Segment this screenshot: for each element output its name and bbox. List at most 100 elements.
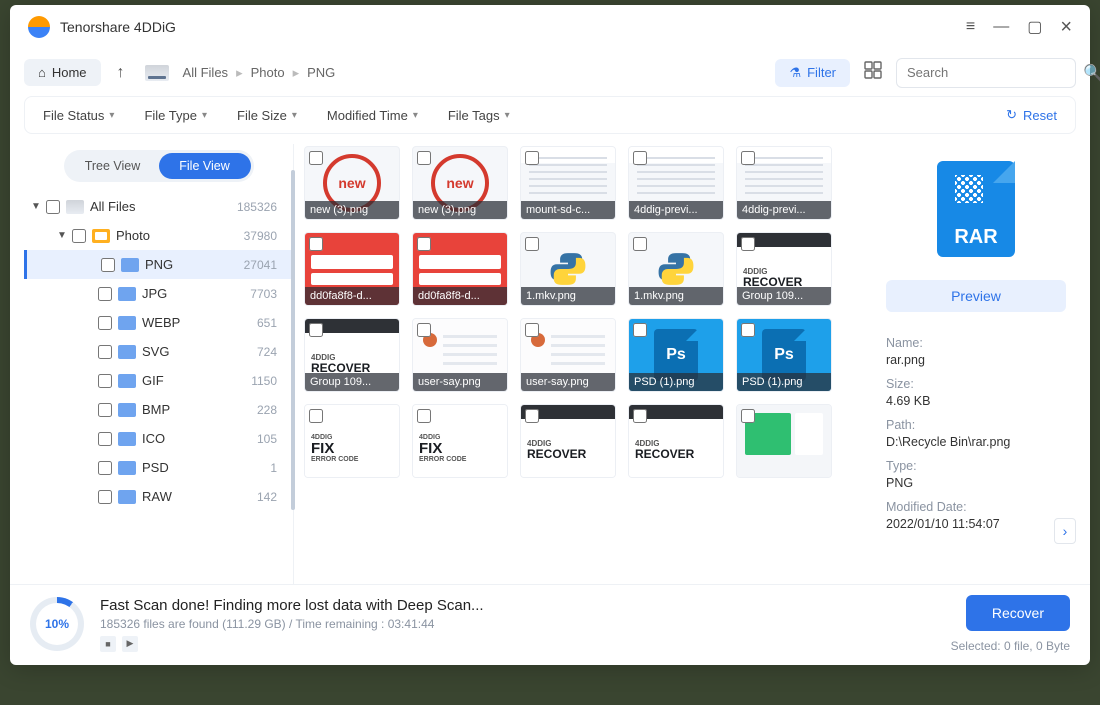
thumb-checkbox[interactable] bbox=[525, 151, 539, 165]
preview-button[interactable]: Preview bbox=[886, 280, 1066, 312]
thumbnail[interactable]: mount-sd-c... bbox=[520, 146, 616, 220]
tree-checkbox[interactable] bbox=[98, 345, 112, 359]
close-icon[interactable]: × bbox=[1060, 16, 1072, 39]
thumbnail[interactable]: PsPSD (1).png bbox=[736, 318, 832, 392]
tree-view-button[interactable]: Tree View bbox=[67, 153, 159, 179]
thumb-checkbox[interactable] bbox=[633, 323, 647, 337]
tree-row-psd[interactable]: PSD1 bbox=[24, 453, 293, 482]
tree-checkbox[interactable] bbox=[98, 490, 112, 504]
tree-checkbox[interactable] bbox=[98, 432, 112, 446]
expand-icon[interactable]: ▼ bbox=[56, 230, 68, 241]
file-view-button[interactable]: File View bbox=[159, 153, 251, 179]
thumbnail[interactable]: 4DDIGRECOVER bbox=[628, 404, 724, 478]
tree-checkbox[interactable] bbox=[98, 316, 112, 330]
thumb-checkbox[interactable] bbox=[309, 323, 323, 337]
maximize-icon[interactable]: ▢ bbox=[1027, 17, 1042, 37]
thumb-checkbox[interactable] bbox=[417, 237, 431, 251]
tree-checkbox[interactable] bbox=[101, 258, 115, 272]
thumbnail[interactable]: user-say.png bbox=[412, 318, 508, 392]
tree-row-gif[interactable]: GIF1150 bbox=[24, 366, 293, 395]
filter-file-status[interactable]: File Status▾ bbox=[43, 108, 114, 123]
tree-row-all-files[interactable]: ▼All Files185326 bbox=[24, 192, 293, 221]
tree-row-png[interactable]: PNG27041 bbox=[24, 250, 293, 279]
thumbnail[interactable]: 1.mkv.png bbox=[520, 232, 616, 306]
thumb-checkbox[interactable] bbox=[741, 237, 755, 251]
thumbnail[interactable]: user-say.png bbox=[520, 318, 616, 392]
tree-checkbox[interactable] bbox=[98, 403, 112, 417]
thumb-checkbox[interactable] bbox=[525, 409, 539, 423]
minimize-icon[interactable]: — bbox=[993, 18, 1009, 36]
thumb-checkbox[interactable] bbox=[633, 151, 647, 165]
stop-scan-button[interactable]: ■ bbox=[100, 636, 116, 652]
thumb-checkbox[interactable] bbox=[741, 151, 755, 165]
search-input[interactable] bbox=[907, 65, 1083, 80]
search-box[interactable]: 🔍 bbox=[896, 58, 1076, 88]
thumbnail[interactable] bbox=[736, 404, 832, 478]
thumbnail[interactable]: newnew (3).png bbox=[412, 146, 508, 220]
filter-button[interactable]: ⚗ Filter bbox=[775, 59, 850, 87]
thumb-checkbox[interactable] bbox=[741, 409, 755, 423]
thumbnail[interactable]: newnew (3).png bbox=[304, 146, 400, 220]
thumbnail[interactable]: 4DDIGRECOVERGroup 109... bbox=[736, 232, 832, 306]
tree-count: 27041 bbox=[244, 258, 285, 272]
crumb-photo[interactable]: Photo bbox=[251, 65, 285, 80]
tree-row-photo[interactable]: ▼Photo37980 bbox=[24, 221, 293, 250]
tree-row-ico[interactable]: ICO105 bbox=[24, 424, 293, 453]
thumb-checkbox[interactable] bbox=[633, 409, 647, 423]
tree-checkbox[interactable] bbox=[46, 200, 60, 214]
tree-row-webp[interactable]: WEBP651 bbox=[24, 308, 293, 337]
thumb-checkbox[interactable] bbox=[417, 409, 431, 423]
thumbnail[interactable]: 4DDIGRECOVERGroup 109... bbox=[304, 318, 400, 392]
thumbnail[interactable]: dd0fa8f8-d... bbox=[412, 232, 508, 306]
thumb-checkbox[interactable] bbox=[309, 151, 323, 165]
tree-label: RAW bbox=[142, 489, 172, 504]
tree-row-svg[interactable]: SVG724 bbox=[24, 337, 293, 366]
tree-count: 228 bbox=[257, 403, 285, 417]
filter-file-type[interactable]: File Type▾ bbox=[144, 108, 207, 123]
crumb-all-files[interactable]: All Files bbox=[183, 65, 229, 80]
crumb-png[interactable]: PNG bbox=[307, 65, 335, 80]
thumbnail[interactable]: 4DDIGFIXERROR CODE bbox=[304, 404, 400, 478]
scan-subtitle: 185326 files are found (111.29 GB) / Tim… bbox=[100, 617, 484, 631]
thumbnail[interactable]: 4DDIGRECOVER bbox=[520, 404, 616, 478]
thumbnail[interactable]: 4ddig-previ... bbox=[628, 146, 724, 220]
filter-file-size[interactable]: File Size▾ bbox=[237, 108, 297, 123]
home-button[interactable]: ⌂ Home bbox=[24, 59, 101, 86]
thumbnail[interactable]: 4ddig-previ... bbox=[736, 146, 832, 220]
tree-row-bmp[interactable]: BMP228 bbox=[24, 395, 293, 424]
expand-icon[interactable]: ▼ bbox=[30, 201, 42, 212]
thumbnail[interactable]: dd0fa8f8-d... bbox=[304, 232, 400, 306]
tree-label: JPG bbox=[142, 286, 167, 301]
thumb-checkbox[interactable] bbox=[633, 237, 647, 251]
thumbnail[interactable]: PsPSD (1).png bbox=[628, 318, 724, 392]
tree-checkbox[interactable] bbox=[98, 461, 112, 475]
tree-checkbox[interactable] bbox=[72, 229, 86, 243]
tree-row-jpg[interactable]: JPG7703 bbox=[24, 279, 293, 308]
filter-modified-time[interactable]: Modified Time▾ bbox=[327, 108, 418, 123]
thumb-checkbox[interactable] bbox=[309, 237, 323, 251]
next-button[interactable]: › bbox=[1054, 518, 1076, 544]
thumb-checkbox[interactable] bbox=[525, 237, 539, 251]
thumb-checkbox[interactable] bbox=[525, 323, 539, 337]
grid-view-button[interactable] bbox=[858, 55, 888, 90]
tree-checkbox[interactable] bbox=[98, 374, 112, 388]
filter-file-tags[interactable]: File Tags▾ bbox=[448, 108, 510, 123]
tree-count: 651 bbox=[257, 316, 285, 330]
play-scan-button[interactable]: ▶ bbox=[122, 636, 138, 652]
progress-percent: 10% bbox=[45, 617, 69, 631]
menu-icon[interactable]: ≡ bbox=[966, 18, 975, 36]
thumb-checkbox[interactable] bbox=[417, 151, 431, 165]
meta-path-key: Path: bbox=[886, 418, 1066, 432]
meta-type-key: Type: bbox=[886, 459, 1066, 473]
thumb-checkbox[interactable] bbox=[309, 409, 323, 423]
thumb-caption: new (3).png bbox=[305, 201, 399, 219]
up-button[interactable]: ↑ bbox=[109, 60, 133, 86]
thumb-checkbox[interactable] bbox=[741, 323, 755, 337]
thumbnail[interactable]: 1.mkv.png bbox=[628, 232, 724, 306]
thumbnail[interactable]: 4DDIGFIXERROR CODE bbox=[412, 404, 508, 478]
recover-button[interactable]: Recover bbox=[966, 595, 1070, 631]
tree-row-raw[interactable]: RAW142 bbox=[24, 482, 293, 511]
reset-button[interactable]: ↻ Reset bbox=[1006, 107, 1057, 123]
tree-checkbox[interactable] bbox=[98, 287, 112, 301]
thumb-checkbox[interactable] bbox=[417, 323, 431, 337]
